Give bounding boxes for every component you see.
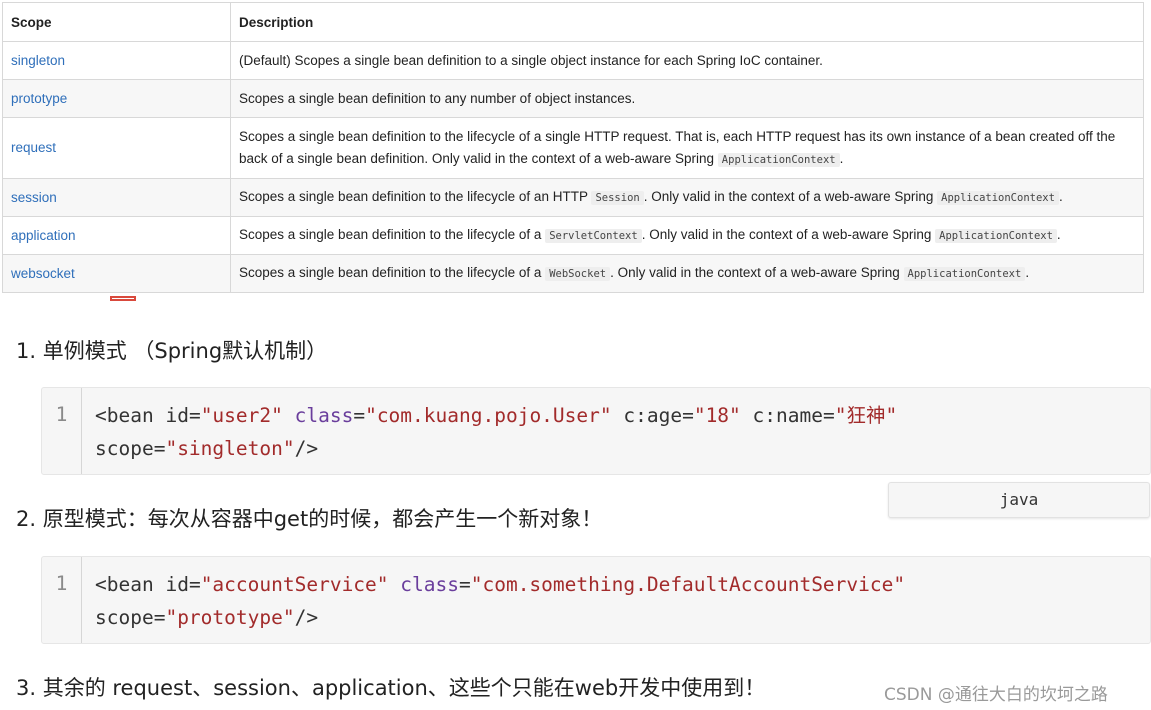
line-number: 1 — [42, 557, 82, 643]
code-token: /> — [294, 606, 319, 629]
scope-description: (Default) Scopes a single bean definitio… — [230, 41, 1144, 80]
code-token: id — [165, 404, 189, 427]
code-content: <bean id="accountService" class="com.som… — [95, 568, 905, 634]
scope-description: Scopes a single bean definition to the l… — [230, 254, 1144, 293]
code-token: "狂神" — [834, 404, 898, 427]
scope-link-singleton[interactable]: singleton — [2, 41, 231, 80]
table-row: request Scopes a single bean definition t… — [2, 117, 1144, 179]
table-row: application Scopes a single bean definiti… — [2, 216, 1144, 255]
line-number: 1 — [42, 388, 82, 474]
code-token: "user2" — [200, 404, 283, 427]
scope-description: Scopes a single bean definition to any n… — [230, 79, 1144, 118]
inline-code: ServletContext — [545, 229, 642, 243]
table-row: websocket Scopes a single bean definition… — [2, 254, 1144, 293]
code-token: "com.kuang.pojo.User" — [365, 404, 612, 427]
heading-singleton: 1. 单例模式 （Spring默认机制） — [16, 339, 328, 363]
inline-code: ApplicationContext — [937, 191, 1059, 205]
code-token: scope — [95, 437, 154, 460]
code-token: scope — [95, 606, 154, 629]
scope-description: Scopes a single bean definition to the l… — [230, 216, 1144, 255]
code-token: /> — [294, 437, 319, 460]
scope-link-session[interactable]: session — [2, 178, 231, 217]
table-body: singleton (Default) Scopes a single bean … — [2, 41, 1144, 293]
heading-other-scopes: 3. 其余的 request、session、application、这些个只能… — [16, 676, 766, 700]
code-token: = — [153, 437, 166, 460]
code-token: = — [682, 404, 694, 427]
code-token: "prototype" — [165, 606, 295, 629]
inline-code: ApplicationContext — [935, 229, 1057, 243]
watermark: CSDN @通往大白的坎坷之路 — [884, 685, 1108, 705]
scope-description: Scopes a single bean definition to the l… — [230, 178, 1144, 217]
code-token: = — [353, 404, 366, 427]
table-row: singleton (Default) Scopes a single bean … — [2, 41, 1144, 80]
scope-table: Scope Description singleton (Default) Sco… — [2, 2, 1144, 293]
scope-link-prototype[interactable]: prototype — [2, 79, 231, 118]
code-token: "18" — [693, 404, 741, 427]
code-token: = — [823, 404, 835, 427]
inline-code: ApplicationContext — [717, 152, 840, 167]
heading-prototype: 2. 原型模式：每次从容器中get的时候，都会产生一个新对象！ — [16, 507, 603, 531]
inline-code: Session — [591, 191, 644, 205]
code-token: class — [294, 404, 354, 427]
red-marker — [110, 296, 136, 301]
code-token: c:age — [623, 404, 683, 427]
code-token: = — [188, 404, 201, 427]
code-token: class — [400, 573, 459, 596]
code-token: = — [458, 573, 471, 596]
code-block-prototype: 1 <bean id="accountService" class="com.s… — [41, 556, 1151, 644]
inline-code: WebSocket — [545, 267, 611, 281]
scope-description: Scopes a single bean definition to the l… — [230, 117, 1144, 179]
table-row: prototype Scopes a single bean definition… — [2, 79, 1144, 118]
code-token: id — [165, 573, 189, 596]
code-content: <bean id="user2" class="com.kuang.pojo.U… — [95, 399, 897, 465]
code-token: <bean — [95, 573, 166, 596]
header-scope: Scope — [2, 2, 231, 42]
header-description: Description — [230, 2, 1144, 42]
code-token: "com.something.DefaultAccountService" — [470, 573, 906, 596]
code-token: "accountService" — [200, 573, 389, 596]
scope-link-websocket[interactable]: websocket — [2, 254, 231, 293]
inline-code: ApplicationContext — [903, 267, 1026, 281]
code-token: <bean — [95, 404, 166, 427]
code-token: = — [188, 573, 201, 596]
scope-link-request[interactable]: request — [2, 117, 231, 179]
code-token: = — [153, 606, 166, 629]
scope-link-application[interactable]: application — [2, 216, 231, 255]
code-token: "singleton" — [165, 437, 295, 460]
code-token: c:name — [752, 404, 823, 427]
table-header-row: Scope Description — [2, 2, 1144, 42]
table-row: session Scopes a single bean definition t… — [2, 178, 1144, 217]
code-block-singleton: 1 <bean id="user2" class="com.kuang.pojo… — [41, 387, 1151, 475]
language-badge[interactable]: java — [888, 482, 1150, 518]
